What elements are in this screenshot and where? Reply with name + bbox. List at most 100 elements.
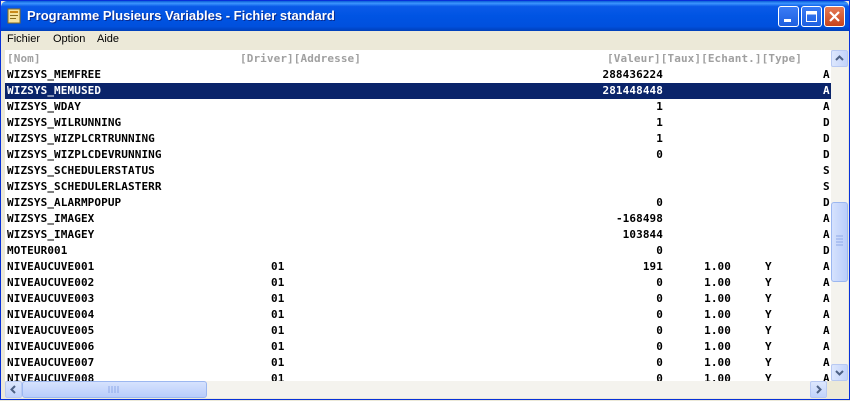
cell-type: D: [823, 196, 830, 209]
scroll-left-button[interactable]: [5, 381, 22, 398]
table-row[interactable]: WIZSYS_IMAGEY 103844 A: [5, 227, 831, 243]
maximize-icon: [806, 11, 817, 22]
scrollbar-corner: [827, 381, 848, 398]
window-title: Programme Plusieurs Variables - Fichier …: [27, 8, 335, 23]
cell-valeur: 0: [656, 340, 663, 353]
cell-valeur: 1: [656, 100, 663, 113]
cell-nom: MOTEUR001: [7, 244, 68, 257]
table-row[interactable]: WIZSYS_IMAGEX -168498 A: [5, 211, 831, 227]
table-row[interactable]: WIZSYS_WIZPLCDEVRUNNING 0 D: [5, 147, 831, 163]
scroll-down-button[interactable]: [831, 364, 848, 381]
variable-list[interactable]: [Nom] [Driver][Addresse] [Valeur][Taux][…: [5, 50, 848, 381]
table-row[interactable]: NIVEAUCUVE001 01 191 1.00 Y A: [5, 259, 831, 275]
cell-valeur: 0: [656, 276, 663, 289]
cell-echant: Y: [765, 260, 772, 273]
scroll-right-button[interactable]: [810, 381, 827, 398]
app-window: Programme Plusieurs Variables - Fichier …: [0, 0, 850, 400]
cell-taux: 1.00: [704, 372, 731, 381]
table-row[interactable]: NIVEAUCUVE002 01 0 1.00 Y A: [5, 275, 831, 291]
cell-driver: 01: [271, 324, 285, 337]
cell-valeur: 0: [656, 244, 663, 257]
cell-nom: NIVEAUCUVE007: [7, 356, 95, 369]
cell-nom: WIZSYS_ALARMPOPUP: [7, 196, 122, 209]
cell-nom: WIZSYS_IMAGEY: [7, 228, 95, 241]
vertical-scroll-thumb[interactable]: [831, 201, 848, 282]
table-row[interactable]: WIZSYS_WIZPLCRTRUNNING 1 D: [5, 131, 831, 147]
minimize-button[interactable]: [778, 6, 799, 27]
table-row[interactable]: WIZSYS_SCHEDULERLASTERR S: [5, 179, 831, 195]
maximize-button[interactable]: [801, 6, 822, 27]
cell-type: S: [823, 180, 830, 193]
title-bar[interactable]: Programme Plusieurs Variables - Fichier …: [1, 1, 849, 31]
header-driver-adresse[interactable]: [Driver][Addresse]: [240, 52, 361, 65]
cell-valeur: 1: [656, 132, 663, 145]
arrow-down-icon: [835, 370, 844, 376]
cell-valeur: 0: [656, 308, 663, 321]
cell-valeur: 0: [656, 356, 663, 369]
table-row[interactable]: WIZSYS_MEMFREE 288436224 A: [5, 67, 831, 83]
table-row[interactable]: MOTEUR001 0 D: [5, 243, 831, 259]
table-row[interactable]: WIZSYS_WILRUNNING 1 D: [5, 115, 831, 131]
minimize-icon: [784, 19, 791, 22]
table-row[interactable]: NIVEAUCUVE005 01 0 1.00 Y A: [5, 323, 831, 339]
cell-taux: 1.00: [704, 356, 731, 369]
cell-nom: WIZSYS_SCHEDULERLASTERR: [7, 180, 162, 193]
table-row[interactable]: NIVEAUCUVE008 01 0 1.00 Y A: [5, 371, 831, 381]
table-row[interactable]: WIZSYS_WDAY 1 A: [5, 99, 831, 115]
cell-taux: 1.00: [704, 292, 731, 305]
cell-echant: Y: [765, 292, 772, 305]
close-button[interactable]: [824, 6, 845, 27]
cell-taux: 1.00: [704, 324, 731, 337]
table-row[interactable]: NIVEAUCUVE007 01 0 1.00 Y A: [5, 355, 831, 371]
cell-nom: WIZSYS_SCHEDULERSTATUS: [7, 164, 155, 177]
cell-valeur: 103844: [622, 228, 663, 241]
cell-taux: 1.00: [704, 276, 731, 289]
cell-type: A: [823, 324, 830, 337]
header-valeur-taux-echant-type[interactable]: [Valeur][Taux][Echant.][Type]: [607, 52, 802, 65]
cell-type: A: [823, 340, 830, 353]
cell-echant: Y: [765, 340, 772, 353]
table-row[interactable]: WIZSYS_ALARMPOPUP 0 D: [5, 195, 831, 211]
cell-type: D: [823, 116, 830, 129]
cell-type: D: [823, 244, 830, 257]
table-row[interactable]: WIZSYS_SCHEDULERSTATUS S: [5, 163, 831, 179]
close-icon: [829, 11, 840, 22]
cell-echant: Y: [765, 324, 772, 337]
table-row[interactable]: WIZSYS_MEMUSED 281448448 A: [5, 83, 831, 99]
menu-bar: Fichier Option Aide: [2, 31, 848, 50]
arrow-right-icon: [816, 385, 822, 394]
cell-driver: 01: [271, 372, 285, 381]
cell-valeur: 0: [656, 196, 663, 209]
cell-nom: NIVEAUCUVE005: [7, 324, 95, 337]
scroll-up-button[interactable]: [831, 50, 848, 67]
cell-nom: NIVEAUCUVE008: [7, 372, 95, 381]
cell-driver: 01: [271, 260, 285, 273]
cell-valeur: 191: [642, 260, 663, 273]
cell-echant: Y: [765, 308, 772, 321]
cell-taux: 1.00: [704, 340, 731, 353]
cell-nom: NIVEAUCUVE001: [7, 260, 95, 273]
vertical-scrollbar[interactable]: [831, 50, 848, 381]
horizontal-scroll-thumb[interactable]: [22, 381, 207, 398]
cell-valeur: 0: [656, 148, 663, 161]
cell-nom: WIZSYS_MEMUSED: [7, 84, 102, 97]
table-row[interactable]: NIVEAUCUVE004 01 0 1.00 Y A: [5, 307, 831, 323]
table-row[interactable]: NIVEAUCUVE006 01 0 1.00 Y A: [5, 339, 831, 355]
cell-type: S: [823, 164, 830, 177]
header-nom[interactable]: [Nom]: [7, 52, 41, 65]
cell-echant: Y: [765, 356, 772, 369]
cell-type: D: [823, 148, 830, 161]
horizontal-scrollbar[interactable]: [5, 381, 827, 398]
cell-valeur: 0: [656, 372, 663, 381]
menu-fichier[interactable]: Fichier: [7, 33, 40, 45]
menu-option[interactable]: Option: [53, 33, 85, 45]
menu-aide[interactable]: Aide: [97, 33, 119, 45]
table-row[interactable]: NIVEAUCUVE003 01 0 1.00 Y A: [5, 291, 831, 307]
cell-valeur: 281448448: [602, 84, 663, 97]
cell-nom: NIVEAUCUVE006: [7, 340, 95, 353]
cell-driver: 01: [271, 292, 285, 305]
cell-nom: NIVEAUCUVE002: [7, 276, 95, 289]
cell-type: A: [823, 228, 830, 241]
cell-type: A: [823, 100, 830, 113]
cell-taux: 1.00: [704, 260, 731, 273]
